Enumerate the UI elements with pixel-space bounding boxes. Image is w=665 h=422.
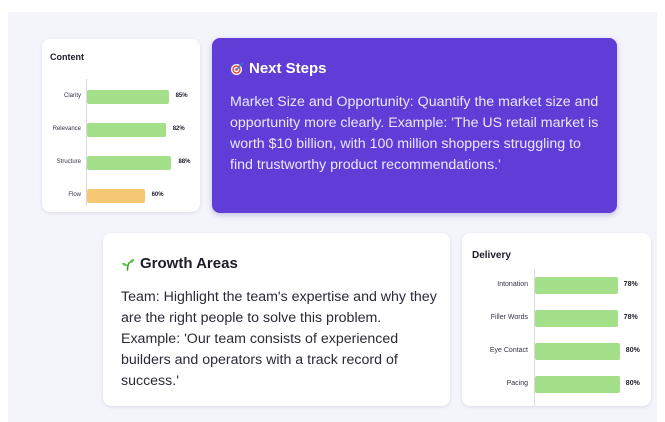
content-chart-bar [87,123,166,137]
content-chart-bar [87,156,172,170]
content-chart-category-label: Clarity [63,93,81,100]
delivery-chart-category-label: Intonation [497,280,528,288]
growth-areas-text: Team: Highlight the team's expertise and… [121,289,437,389]
content-chart-value-label: 60% [151,192,164,199]
content-chart-title: Content [50,52,84,62]
content-chart-value-label: 85% [175,93,188,100]
next-steps-heading: Next Steps [230,60,327,77]
delivery-chart-bar [535,375,620,393]
delivery-chart-value-label: 80% [625,346,640,354]
content-chart-category-label: Flow [68,192,81,199]
content-chart-card: Content Clarity 85% Relevance 82% Structure 8… [42,39,200,212]
delivery-chart-card: Delivery Intonation 78% Filler Words 78% Eye… [462,233,651,406]
delivery-chart-bar [535,309,618,327]
next-steps-text: Market Size and Opportunity: Quantify th… [230,94,599,173]
content-chart-category-label: Structure [56,159,81,166]
target-icon [230,62,244,76]
delivery-chart-category-label: Pacing [506,379,528,387]
delivery-chart-value-label: 80% [625,379,640,387]
next-steps-title: Next Steps [249,60,327,77]
content-chart-bar [87,189,145,203]
delivery-chart-title: Delivery [472,250,511,261]
content-chart-value-label: 82% [172,126,185,133]
content-chart-category-label: Relevance [52,126,81,133]
growth-areas-title: Growth Areas [140,255,238,272]
delivery-chart-value-label: 78% [623,313,638,321]
seedling-icon [121,257,135,271]
delivery-chart-category-label: Filler Words [490,313,528,321]
delivery-chart-value-label: 78% [623,280,638,288]
growth-areas-heading: Growth Areas [121,255,238,272]
content-chart-bar [87,90,169,104]
delivery-chart-category-label: Eye Contact [489,346,528,354]
growth-areas-card: Growth Areas Team: Highlight the team's … [103,233,450,406]
delivery-chart-bar [535,342,620,360]
content-chart-value-label: 88% [178,159,191,166]
delivery-chart-bar [535,276,618,294]
next-steps-card: Next Steps Market Size and Opportunity: … [212,38,617,213]
